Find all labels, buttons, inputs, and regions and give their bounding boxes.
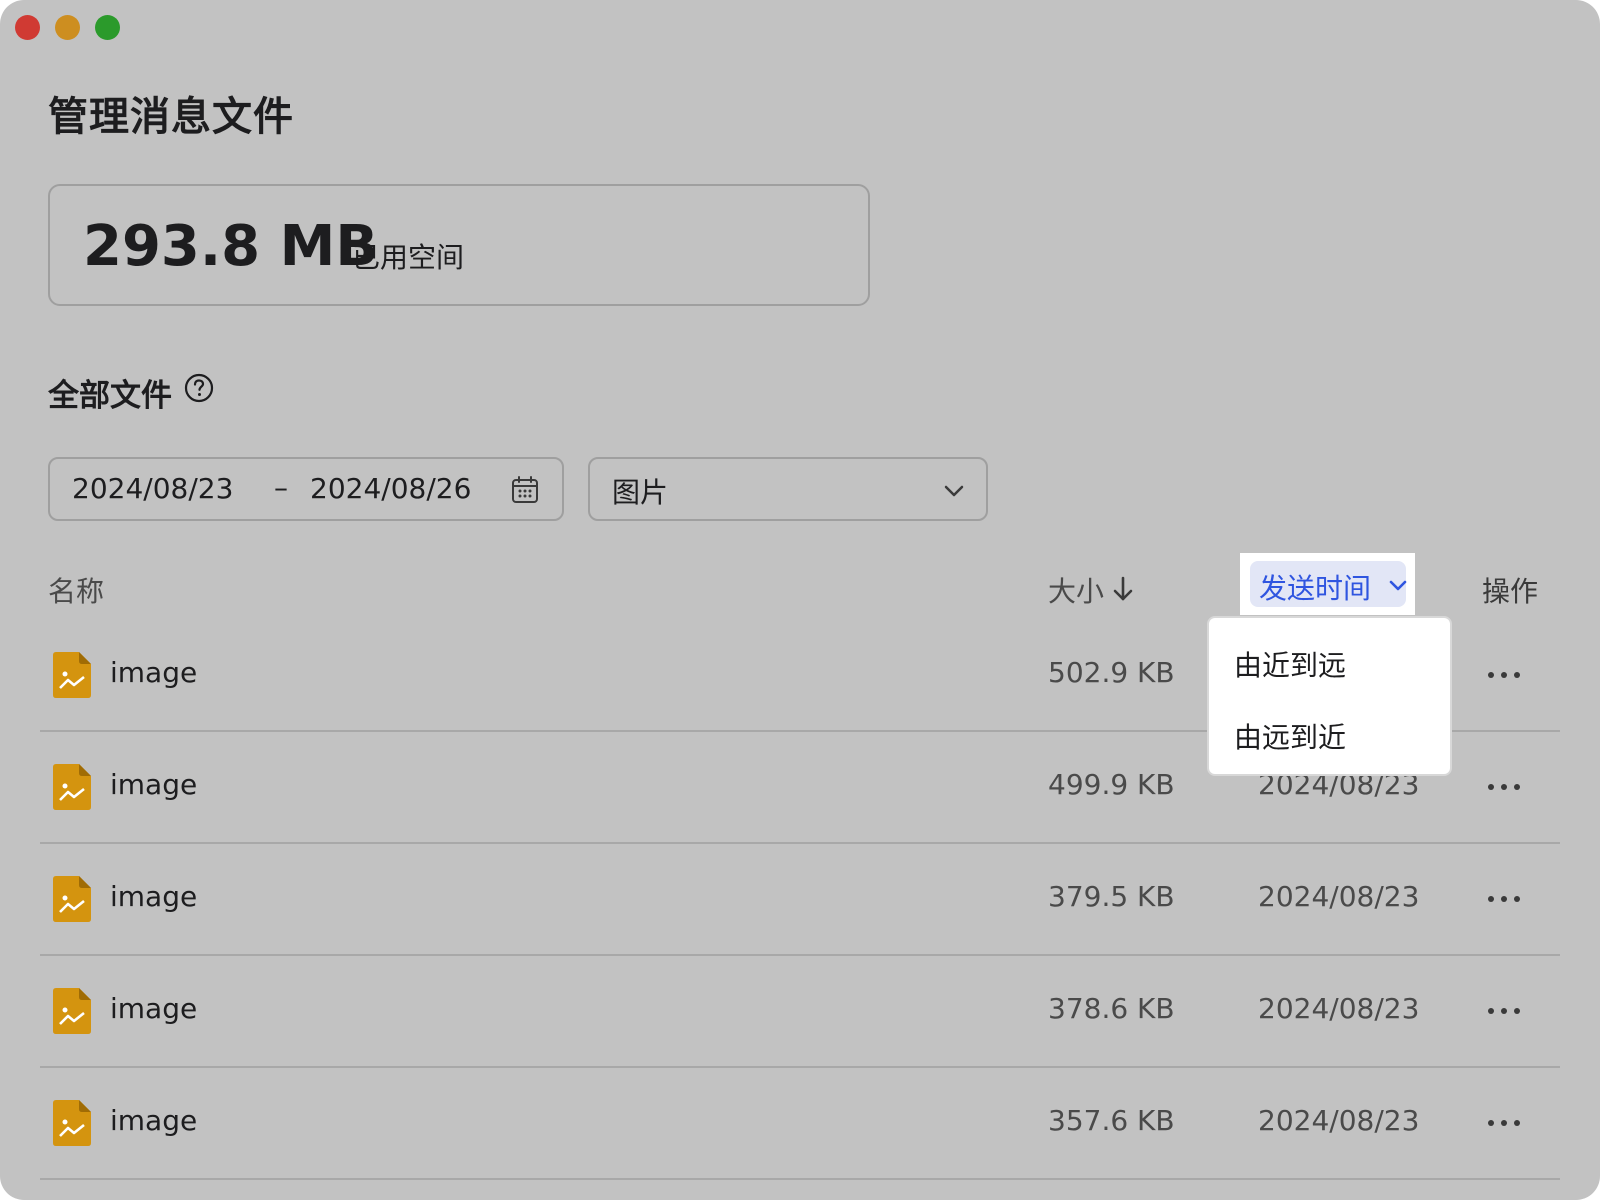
file-size: 502.9 KB xyxy=(1048,656,1175,689)
maximize-window-button[interactable] xyxy=(95,15,120,40)
file-date: 2024/08/23 xyxy=(1258,880,1420,913)
image-file-icon xyxy=(53,764,91,810)
date-range-picker[interactable]: 2024/08/23 – 2024/08/26 xyxy=(48,457,564,521)
sort-option-newest-first[interactable]: 由近到远 xyxy=(1234,644,1346,684)
file-size: 378.6 KB xyxy=(1048,992,1175,1025)
table-row[interactable]: image 357.6 KB 2024/08/23 xyxy=(40,1068,1560,1180)
section-title: 全部文件 xyxy=(48,378,172,414)
image-file-icon xyxy=(53,1100,91,1146)
sort-option-oldest-first[interactable]: 由远到近 xyxy=(1234,716,1346,756)
file-size: 499.9 KB xyxy=(1048,768,1175,801)
file-name: image xyxy=(110,768,198,801)
file-name: image xyxy=(110,1104,198,1137)
file-date: 2024/08/23 xyxy=(1258,1104,1420,1137)
image-file-icon xyxy=(53,652,91,698)
page-title: 管理消息文件 xyxy=(48,94,294,140)
question-circle-icon[interactable] xyxy=(184,373,214,403)
chevron-down-icon xyxy=(944,485,964,497)
table-row[interactable]: image 379.5 KB 2024/08/23 xyxy=(40,844,1560,956)
sort-dropdown-menu: 由近到远 由远到近 xyxy=(1209,618,1450,774)
minimize-window-button[interactable] xyxy=(55,15,80,40)
image-file-icon xyxy=(53,988,91,1034)
file-name: image xyxy=(110,992,198,1025)
arrow-down-icon[interactable] xyxy=(1112,575,1134,603)
date-end[interactable]: 2024/08/26 xyxy=(310,472,471,505)
file-date: 2024/08/23 xyxy=(1258,992,1420,1025)
file-type-value: 图片 xyxy=(612,476,669,509)
file-type-select[interactable]: 图片 xyxy=(588,457,988,521)
row-divider xyxy=(40,1178,1560,1180)
more-horizontal-icon[interactable] xyxy=(1486,1006,1522,1016)
close-window-button[interactable] xyxy=(15,15,40,40)
window: 管理消息文件 293.8 MB 已用空间 全部文件 2024/08/23 – 2… xyxy=(0,0,1600,1200)
more-horizontal-icon[interactable] xyxy=(1486,894,1522,904)
file-name: image xyxy=(110,880,198,913)
sort-time-button[interactable]: 发送时间 xyxy=(1250,561,1407,607)
more-horizontal-icon[interactable] xyxy=(1486,1118,1522,1128)
file-size: 357.6 KB xyxy=(1048,1104,1175,1137)
file-name: image xyxy=(110,656,198,689)
storage-used-value: 293.8 MB xyxy=(83,214,379,279)
sort-time-highlight: 发送时间 xyxy=(1240,553,1415,615)
calendar-icon[interactable] xyxy=(510,475,540,505)
more-horizontal-icon[interactable] xyxy=(1486,670,1522,680)
date-separator: – xyxy=(274,471,288,504)
table-row[interactable]: image 378.6 KB 2024/08/23 xyxy=(40,956,1560,1068)
more-horizontal-icon[interactable] xyxy=(1486,782,1522,792)
sort-time-label: 发送时间 xyxy=(1259,572,1372,605)
storage-used-label: 已用空间 xyxy=(352,241,465,274)
date-start[interactable]: 2024/08/23 xyxy=(72,472,233,505)
chevron-down-icon xyxy=(1389,580,1407,591)
storage-card: 293.8 MB 已用空间 xyxy=(48,184,870,306)
column-header-name: 名称 xyxy=(48,575,105,608)
image-file-icon xyxy=(53,876,91,922)
column-header-size[interactable]: 大小 xyxy=(1048,570,1104,610)
column-header-action: 操作 xyxy=(1482,575,1539,608)
file-size: 379.5 KB xyxy=(1048,880,1175,913)
